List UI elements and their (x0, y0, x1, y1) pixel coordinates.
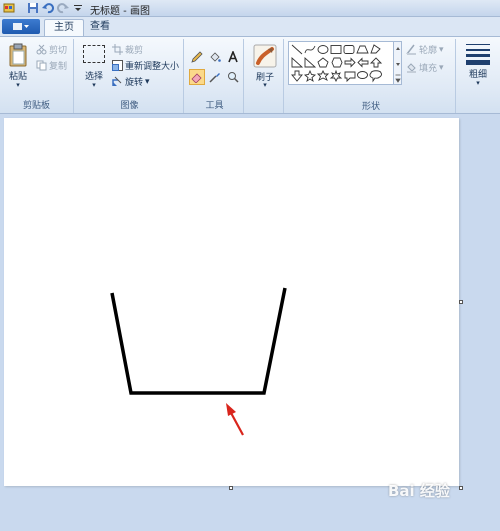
rotate-label: 旋转 (125, 78, 144, 88)
color-picker-icon (209, 73, 220, 83)
brushes-dropdown-icon[interactable]: ▾ (260, 81, 270, 89)
save-icon[interactable] (27, 2, 39, 14)
canvas-resize-handle-corner[interactable] (459, 486, 463, 490)
canvas-resize-handle-right[interactable] (459, 300, 463, 304)
image-group-label: 图像 (120, 101, 139, 111)
red-arrow (226, 403, 244, 436)
drawing-canvas[interactable] (4, 118, 459, 486)
rotate-button[interactable]: 旋转 ▾ (112, 75, 150, 88)
scroll-arrows-icon (395, 47, 401, 83)
outline-dropdown-icon: ▾ (439, 44, 444, 55)
image-group: 选择 ▾ 裁剪 重新调整大小 旋转 ▾ 图像 (76, 39, 184, 113)
menu-icon (13, 23, 29, 30)
line-size-icon (466, 44, 490, 65)
tools-group-label: 工具 (205, 101, 224, 111)
canvas-drawing (110, 287, 287, 436)
copy-icon (36, 60, 47, 71)
shapes-group-label: 形状 (361, 102, 380, 112)
select-button[interactable]: 选择 ▾ (80, 41, 108, 91)
crop-label: 裁剪 (125, 46, 144, 56)
paste-button[interactable]: 粘贴 ▾ (6, 41, 30, 91)
shapes-grid (291, 44, 383, 83)
brushes-group: 刷子 ▾ (246, 39, 284, 113)
fill-dropdown-icon: ▾ (439, 62, 444, 73)
undo-icon[interactable] (42, 2, 54, 14)
eraser-tool[interactable] (189, 69, 205, 85)
outline-icon (406, 44, 416, 55)
fill-tool[interactable] (207, 49, 223, 65)
paste-dropdown-icon[interactable]: ▾ (13, 81, 23, 89)
text-tool[interactable] (225, 49, 241, 65)
tab-home[interactable]: 主页 (44, 19, 84, 36)
size-dropdown-icon: ▾ (476, 79, 480, 87)
shapes-gallery[interactable] (288, 41, 394, 85)
magnifier-icon (228, 72, 239, 83)
clipboard-group: 粘贴 ▾ 剪切 复制 剪贴板 (0, 39, 74, 113)
resize-label: 重新调整大小 (125, 62, 180, 72)
redo-icon[interactable] (57, 2, 69, 14)
baidu-watermark: Bai 经验 (388, 482, 450, 500)
scissors-icon (36, 44, 47, 55)
outline-button[interactable]: 轮廓 ▾ (406, 43, 444, 56)
pencil-tool[interactable] (189, 49, 205, 65)
select-dropdown-icon[interactable]: ▾ (89, 81, 99, 89)
shapes-scrollbar[interactable] (394, 41, 402, 85)
resize-button[interactable]: 重新调整大小 (112, 59, 179, 72)
tab-view[interactable]: 查看 (81, 19, 119, 36)
tools-group: 工具 (186, 39, 244, 113)
select-rect-icon (83, 45, 105, 63)
rotate-icon (112, 76, 122, 86)
rotate-dropdown-icon[interactable]: ▾ (145, 77, 150, 87)
fill-button[interactable]: 填充 ▾ (406, 61, 444, 74)
cut-button[interactable]: 剪切 (36, 43, 67, 56)
crop-button[interactable]: 裁剪 (112, 43, 143, 56)
customize-icon[interactable] (72, 2, 84, 14)
fill-label: 填充 (419, 64, 438, 74)
copy-button[interactable]: 复制 (36, 59, 67, 72)
crop-icon (112, 44, 123, 55)
magnifier-tool[interactable] (225, 69, 241, 85)
clipboard-group-label: 剪贴板 (22, 101, 50, 111)
text-icon (228, 51, 238, 63)
canvas-resize-handle-bottom[interactable] (229, 486, 233, 490)
ribbon-tab-row: 主页 查看 (0, 17, 500, 36)
outline-label: 轮廓 (419, 46, 438, 56)
window-title: 无标题 - 画图 (90, 6, 150, 17)
color-picker-tool[interactable] (207, 69, 223, 85)
paste-icon (9, 43, 27, 67)
cut-label: 剪切 (49, 46, 68, 56)
file-menu-button[interactable] (2, 19, 40, 34)
fill-bucket-icon (407, 63, 416, 73)
drawn-cup-shape (110, 287, 287, 395)
brush-icon (253, 44, 277, 68)
copy-label: 复制 (49, 62, 68, 72)
resize-icon (112, 60, 123, 71)
app-icon[interactable] (3, 2, 15, 14)
eraser-icon (191, 73, 202, 83)
fill-icon (210, 52, 221, 62)
size-button[interactable]: 粗细 ▾ (458, 39, 498, 97)
pencil-icon (191, 51, 203, 63)
brushes-button[interactable]: 刷子 ▾ (250, 41, 280, 91)
ribbon: 粘贴 ▾ 剪切 复制 剪贴板 选择 ▾ 裁剪 重新调整大小 旋转 ▾ 图像 工具… (0, 36, 500, 114)
title-bar: 无标题 - 画图 (0, 0, 500, 17)
